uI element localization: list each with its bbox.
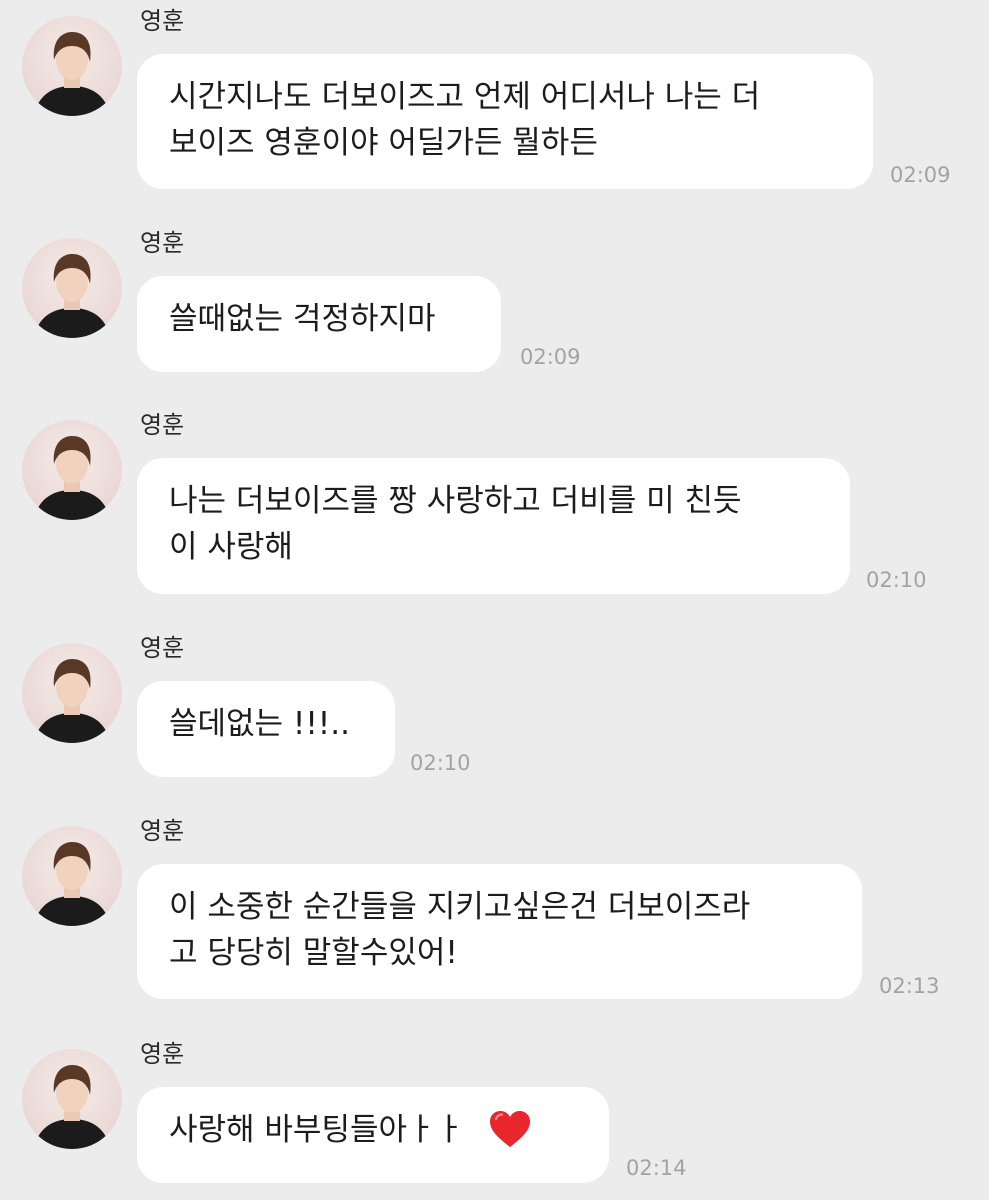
message-timestamp: 02:13	[879, 974, 940, 998]
message-bubble[interactable]: 쓸때없는 걱정하지마	[137, 276, 501, 372]
message-item: 영훈 쓸데없는 !!!.. 02:10	[0, 627, 989, 787]
sender-name: 영훈	[140, 411, 185, 439]
message-timestamp: 02:10	[866, 568, 927, 592]
sender-name: 영훈	[140, 229, 185, 257]
message-bubble[interactable]: 나는 더보이즈를 짱 사랑하고 더비를 미 친듯 이 사랑해	[137, 458, 850, 594]
avatar[interactable]	[22, 238, 122, 338]
avatar[interactable]	[22, 420, 122, 520]
message-item: 영훈 시간지나도 더보이즈고 언제 어디서나 나는 더 보이즈 영훈이야 어딜가…	[0, 0, 989, 200]
message-item: 영훈 쓸때없는 걱정하지마 02:09	[0, 222, 989, 382]
avatar[interactable]	[22, 826, 122, 926]
message-timestamp: 02:09	[520, 345, 581, 369]
avatar[interactable]	[22, 1049, 122, 1149]
message-bubble[interactable]: 쓸데없는 !!!..	[137, 681, 395, 777]
heart-icon	[488, 1109, 532, 1149]
message-item: 영훈 나는 더보이즈를 짱 사랑하고 더비를 미 친듯 이 사랑해 02:10	[0, 404, 989, 604]
message-item: 영훈 사랑해 바부팅들아ㅏㅏ 02:14	[0, 1033, 989, 1200]
message-bubble[interactable]: 이 소중한 순간들을 지키고싶은건 더보이즈라 고 당당히 말할수있어!	[137, 864, 862, 999]
sender-name: 영훈	[140, 817, 185, 845]
message-text: 사랑해 바부팅들아ㅏㅏ	[169, 1112, 474, 1148]
avatar[interactable]	[22, 643, 122, 743]
message-item: 영훈 이 소중한 순간들을 지키고싶은건 더보이즈라 고 당당히 말할수있어! …	[0, 810, 989, 1010]
message-timestamp: 02:09	[890, 163, 951, 187]
message-timestamp: 02:14	[626, 1156, 687, 1180]
sender-name: 영훈	[140, 634, 185, 662]
sender-name: 영훈	[140, 1040, 185, 1068]
message-timestamp: 02:10	[410, 751, 471, 775]
message-bubble[interactable]: 시간지나도 더보이즈고 언제 어디서나 나는 더 보이즈 영훈이야 어딜가든 뭘…	[137, 54, 873, 189]
message-bubble[interactable]: 사랑해 바부팅들아ㅏㅏ	[137, 1087, 609, 1183]
chat-message-list: 영훈 시간지나도 더보이즈고 언제 어디서나 나는 더 보이즈 영훈이야 어딜가…	[0, 0, 989, 1200]
sender-name: 영훈	[140, 7, 185, 35]
avatar[interactable]	[22, 16, 122, 116]
